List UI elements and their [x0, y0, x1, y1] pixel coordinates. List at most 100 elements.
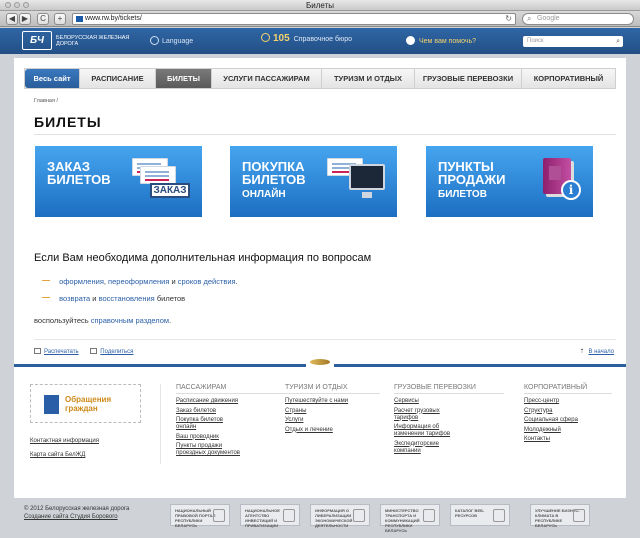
- footer-col-passengers: Пассажирам Расписание движения Заказ бил…: [176, 384, 286, 460]
- footer-link-sitemap[interactable]: Карта сайта БелЖД: [30, 452, 85, 458]
- banner-sale-title: Пункты продажи билетов: [438, 159, 506, 200]
- logo-mark: БЧ: [22, 31, 52, 50]
- title-divider: [34, 134, 616, 135]
- footer-link[interactable]: Страны: [285, 408, 375, 415]
- info-question: Если Вам необходима дополнительная инфор…: [34, 252, 372, 264]
- url-text: www.rw.by/tickets/: [85, 15, 142, 22]
- footer-link[interactable]: Пункты продажи проездных документов: [176, 443, 248, 457]
- banner-order-tickets[interactable]: Заказ билетов ЗАКАЗ: [35, 146, 202, 217]
- address-bar[interactable]: www.rw.by/tickets/ ↻: [72, 13, 516, 25]
- footer-link[interactable]: Информация об изменении тарифов: [394, 424, 458, 438]
- minimize-window-button[interactable]: [14, 2, 20, 8]
- footer-link[interactable]: Молодежный: [524, 427, 614, 434]
- footer-col-cargo: Грузовые перевозки Сервисы Расчет грузов…: [394, 384, 504, 457]
- footer-col-title: Грузовые перевозки: [394, 384, 504, 394]
- use-reference: воспользуйтесь справочным разделом.: [34, 316, 172, 325]
- site-header: БЧ Белорусская железная дорога Language …: [0, 28, 640, 54]
- share-icon: [90, 348, 98, 354]
- banner-buy-online[interactable]: Покупка билетов онлайн: [230, 146, 397, 217]
- citizens-appeals-block[interactable]: Обращения граждан: [30, 384, 141, 423]
- nav-item-passenger-services[interactable]: УСЛУГИ ПАССАЖИРАМ: [212, 69, 322, 88]
- main-nav: Весь сайт РАСПИСАНИЕ БИЛЕТЫ УСЛУГИ ПАССА…: [24, 68, 616, 89]
- partner-badge[interactable]: Улучшение бизнес-климата в Республике Бе…: [530, 504, 590, 528]
- emblem-icon: [213, 509, 225, 522]
- site-search-input[interactable]: Поиск ⌕: [523, 36, 623, 47]
- link-reregistration[interactable]: переоформления: [108, 277, 169, 286]
- footer-link[interactable]: Заказ билетов: [176, 408, 266, 415]
- zoom-window-button[interactable]: [23, 2, 29, 8]
- browser-search-input[interactable]: ⌕ Google: [522, 13, 634, 25]
- footer-link[interactable]: Контакты: [524, 436, 614, 443]
- refresh-icon[interactable]: ↻: [505, 14, 512, 24]
- reload-button[interactable]: C: [37, 13, 49, 25]
- link-validity[interactable]: сроков действия: [178, 277, 236, 286]
- car-icon: [493, 509, 505, 522]
- link-reference-section[interactable]: справочным разделом: [91, 316, 169, 325]
- nav-all-site[interactable]: Весь сайт: [25, 69, 80, 88]
- footer-link[interactable]: Пресс-центр: [524, 398, 614, 405]
- partner-badge[interactable]: Национальное агентство инвестиций и прив…: [240, 504, 300, 528]
- footer-link[interactable]: Путешествуйте с нами: [285, 398, 375, 405]
- content-divider: [34, 339, 616, 340]
- monitor-illustration: [327, 158, 385, 200]
- globe-icon: [150, 36, 159, 45]
- language-label: Language: [162, 38, 194, 45]
- footer-link-contacts[interactable]: Контактная информация: [30, 438, 99, 444]
- nav-item-corporate[interactable]: КОРПОРАТИВНЫЙ: [522, 69, 615, 88]
- partner-badge[interactable]: Министерство транспорта и коммуникаций Р…: [380, 504, 440, 533]
- footer-link[interactable]: Социальная сфера: [524, 417, 614, 424]
- footer-col-title: Пассажирам: [176, 384, 286, 394]
- emblem-icon: [423, 509, 435, 522]
- footer-vertical-divider: [160, 384, 161, 464]
- footer-link[interactable]: Экспедиторские компании: [394, 441, 452, 455]
- footer-link[interactable]: Структура: [524, 408, 614, 415]
- nav-item-schedule[interactable]: РАСПИСАНИЕ: [80, 69, 156, 88]
- partner-badge[interactable]: Национальный правовой портал Республики …: [170, 504, 230, 528]
- site-search-placeholder: Поиск: [527, 38, 544, 44]
- footer-link[interactable]: Покупка билетов онлайн: [176, 417, 230, 431]
- print-link[interactable]: Распечатать: [34, 348, 79, 355]
- link-registration[interactable]: оформления: [59, 277, 104, 286]
- footer-col-corporate: Корпоративный Пресс-центр Структура Соци…: [524, 384, 614, 446]
- page-title: БИЛЕТЫ: [34, 114, 102, 130]
- logo-text: Белорусская железная дорога: [56, 34, 130, 47]
- back-button[interactable]: ◀: [6, 13, 18, 25]
- emblem-icon: [353, 509, 365, 522]
- back-to-top-link[interactable]: ⇡ В начало: [579, 348, 614, 355]
- printer-icon: [34, 348, 41, 354]
- banner-sale-points[interactable]: Пункты продажи билетов i: [426, 146, 593, 217]
- link-refund[interactable]: возврата: [59, 294, 90, 303]
- nav-item-tourism[interactable]: ТУРИЗМ И ОТДЫХ: [322, 69, 415, 88]
- help-label: Чем вам помочь?: [419, 38, 477, 45]
- footer-link[interactable]: Расчет грузовых тарифов: [394, 408, 450, 422]
- user-icon: [406, 36, 415, 45]
- window-titlebar: Билеты: [0, 0, 640, 11]
- language-link[interactable]: Language: [150, 36, 193, 45]
- search-icon[interactable]: ⌕: [616, 36, 620, 47]
- window-controls[interactable]: [5, 2, 29, 8]
- partner-badge[interactable]: Информация о либерализации экономической…: [310, 504, 370, 528]
- page-container: Весь сайт РАСПИСАНИЕ БИЛЕТЫ УСЛУГИ ПАССА…: [14, 58, 626, 498]
- forward-button[interactable]: ▶: [19, 13, 31, 25]
- footer-link[interactable]: Ваш проводник: [176, 434, 266, 441]
- footer-link[interactable]: Расписание движения: [176, 398, 266, 405]
- footer-link[interactable]: Услуги: [285, 417, 375, 424]
- footer-col-title: Туризм и отдых: [285, 384, 380, 394]
- nav-item-cargo[interactable]: ГРУЗОВЫЕ ПЕРЕВОЗКИ: [415, 69, 522, 88]
- add-bookmark-button[interactable]: +: [54, 13, 66, 25]
- partner-badge[interactable]: Каталог веб-ресурсов: [450, 504, 510, 526]
- help-link[interactable]: Чем вам помочь?: [406, 36, 476, 45]
- clock-icon: [261, 33, 270, 42]
- close-window-button[interactable]: [5, 2, 11, 8]
- nav-item-tickets[interactable]: БИЛЕТЫ: [156, 69, 212, 88]
- book-illustration: i: [523, 158, 581, 200]
- footer-link[interactable]: Сервисы: [394, 398, 484, 405]
- share-link[interactable]: Поделиться: [90, 348, 133, 355]
- footer-col-tourism: Туризм и отдых Путешествуйте с нами Стра…: [285, 384, 380, 436]
- footer-link[interactable]: Отдых и лечение: [285, 427, 375, 434]
- studio-link[interactable]: Создание сайта Студия Борового: [24, 513, 129, 521]
- breadcrumb[interactable]: Главная /: [34, 98, 58, 104]
- site-logo[interactable]: БЧ Белорусская железная дорога: [22, 31, 136, 50]
- browser-toolbar: ◀ ▶ C + www.rw.by/tickets/ ↻ ⌕ Google: [0, 11, 640, 27]
- link-restore[interactable]: восстановления: [99, 294, 155, 303]
